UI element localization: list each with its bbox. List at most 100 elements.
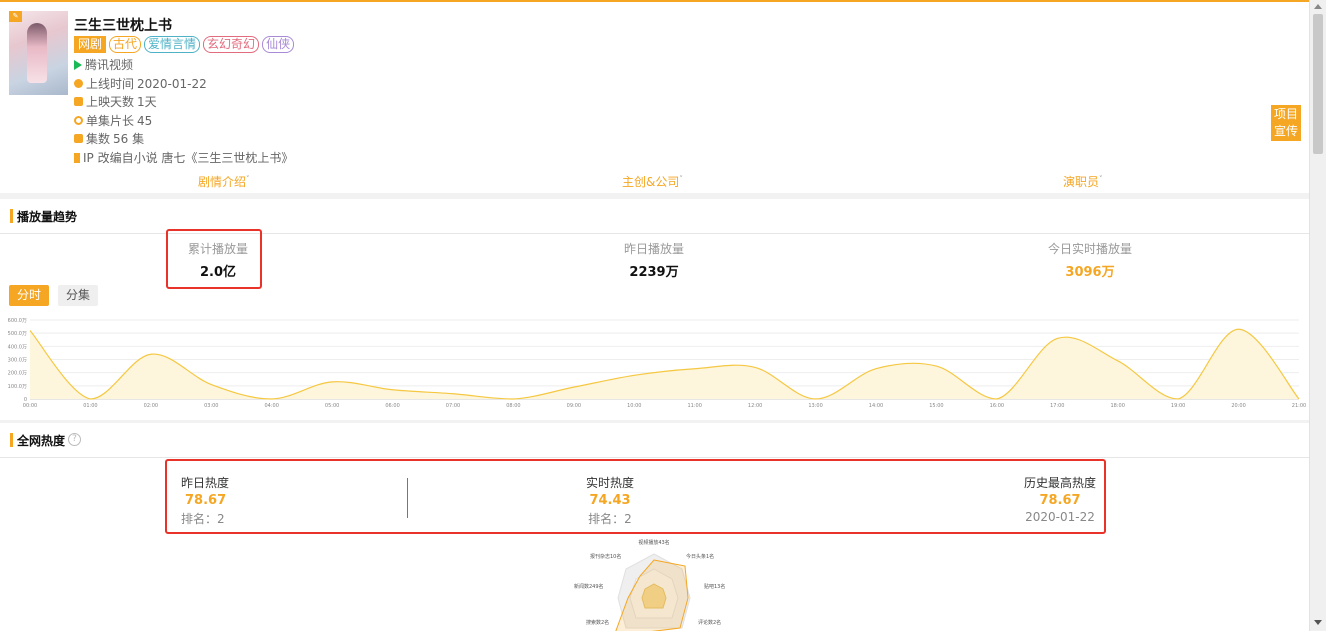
episode-tab[interactable]: 分集 xyxy=(58,285,99,306)
episodes-row: 集数 56 集 xyxy=(74,130,144,147)
nav-cast-link[interactable]: 演职员˅ xyxy=(1063,173,1103,190)
promo-label-line1: 项目 xyxy=(1273,107,1298,121)
yesterday-heat-rank: 排名：2 xyxy=(181,512,225,526)
vertical-scrollbar[interactable] xyxy=(1309,0,1326,631)
chart-y-tick-label: 600.0万 xyxy=(8,318,27,324)
nav-cast-caret-icon: ˅ xyxy=(1099,175,1103,183)
history-heat-value: 78.67 xyxy=(1039,493,1081,508)
chart-x-tick-label: 08:00 xyxy=(506,403,520,409)
history-heat-label: 历史最高热度 xyxy=(1023,476,1096,490)
page: ✎ 三生三世枕上书 网剧 古代 爱情言情 玄幻奇幻 仙侠 腾讯视频 上线时间 2… xyxy=(0,0,1326,631)
realtime-heat-rank: 排名：2 xyxy=(588,512,632,526)
poster-figure xyxy=(27,23,47,83)
chart-y-tick-label: 300.0万 xyxy=(8,358,27,364)
radar-label-1: 今日头条1名 xyxy=(686,553,714,560)
tag-era[interactable]: 古代 xyxy=(109,36,142,53)
cumulative-highlight-box xyxy=(166,229,262,289)
chart-x-tick-label: 18:00 xyxy=(1111,403,1125,409)
radar-label-0: 视频播放43名 xyxy=(638,539,669,546)
episodes-label: 集数 xyxy=(86,132,111,146)
chart-x-tick-label: 01:00 xyxy=(83,403,97,409)
days-row: 上映天数 1天 xyxy=(74,93,157,110)
radar-label-5: 新闻数249名 xyxy=(574,583,604,590)
episodes-value: 56 集 xyxy=(113,132,145,146)
radar-label-6: 报刊杂志10名 xyxy=(590,553,621,560)
chart-x-tick-label: 14:00 xyxy=(869,403,883,409)
nav-cast-label: 演职员 xyxy=(1063,175,1100,189)
episode-length-value: 45 xyxy=(137,113,153,128)
chart-x-tick-label: 10:00 xyxy=(627,403,641,409)
calendar-icon xyxy=(74,97,83,106)
play-trend-title: 播放量趋势 xyxy=(17,210,78,224)
chart-x-tick-label: 09:00 xyxy=(567,403,581,409)
help-icon[interactable]: ? xyxy=(68,433,81,446)
chart-x-tick-label: 17:00 xyxy=(1050,403,1064,409)
tag-xianxia[interactable]: 仙侠 xyxy=(262,36,295,53)
yesterday-plays-stat: 昨日播放量 2239万 xyxy=(554,240,754,280)
chart-y-tick-label: 100.0万 xyxy=(8,384,27,390)
chart-x-tick-label: 06:00 xyxy=(385,403,399,409)
play-trend-body: 累计播放量 2.0亿 昨日播放量 2239万 今日实时播放量 3096万 分时 … xyxy=(0,229,1309,420)
nav-crew-label: 主创&公司 xyxy=(622,175,680,189)
history-heat-date: 2020-01-22 xyxy=(1025,510,1095,524)
realtime-heat-value: 74.43 xyxy=(589,493,631,508)
drama-poster[interactable]: ✎ xyxy=(9,11,68,95)
project-promo-button[interactable]: 项目 宣传 xyxy=(1271,105,1301,141)
nav-plot-label: 剧情介绍 xyxy=(198,175,247,189)
genre-tags: 网剧 古代 爱情言情 玄幻奇幻 仙侠 xyxy=(74,36,295,53)
radar-label-3: 评论数2名 xyxy=(698,619,721,626)
chart-x-tick-label: 02:00 xyxy=(144,403,158,409)
play-trend-chart: 0100.0万200.0万300.0万400.0万500.0万600.0万 00… xyxy=(8,318,1307,409)
chart-x-tick-label: 21:00 xyxy=(1292,403,1306,409)
tag-fantasy[interactable]: 玄幻奇幻 xyxy=(203,36,260,53)
days-value: 1天 xyxy=(137,95,157,109)
chart-area-fill xyxy=(30,329,1299,399)
drama-info-card: ✎ 三生三世枕上书 网剧 古代 爱情言情 玄幻奇幻 仙侠 腾讯视频 上线时间 2… xyxy=(0,2,1309,193)
chart-x-tick-label: 05:00 xyxy=(325,403,339,409)
launch-value: 2020-01-22 xyxy=(137,76,207,91)
chart-x-tick-label: 13:00 xyxy=(808,403,822,409)
nav-plot-caret-icon: ˅ xyxy=(246,175,250,183)
episode-length-row: 单集片长 45 xyxy=(74,112,152,129)
heat-header: 全网热度 ? xyxy=(0,423,1309,458)
nav-crew-link[interactable]: 主创&公司˅ xyxy=(622,173,683,190)
tencent-video-icon xyxy=(74,59,82,70)
divider xyxy=(407,478,408,518)
launch-row: 上线时间 2020-01-22 xyxy=(74,75,207,92)
today-plays-stat: 今日实时播放量 3096万 xyxy=(990,240,1190,280)
yesterday-heat: 昨日热度 78.67 排名：2 xyxy=(181,474,229,527)
scroll-thumb[interactable] xyxy=(1313,14,1323,154)
ip-text: IP 改编自小说 唐七《三生三世枕上书》 xyxy=(83,151,294,165)
realtime-heat: 实时热度 74.43 排名：2 xyxy=(560,474,660,527)
platform-name: 腾讯视频 xyxy=(85,58,134,72)
timer-icon xyxy=(74,116,83,125)
today-plays-label: 今日实时播放量 xyxy=(1047,242,1132,256)
promo-label-line2: 宣传 xyxy=(1273,124,1298,138)
scroll-down-arrow-icon[interactable] xyxy=(1314,620,1322,625)
chart-x-tick-label: 12:00 xyxy=(748,403,762,409)
tag-romance[interactable]: 爱情言情 xyxy=(144,36,201,53)
chart-x-tick-label: 11:00 xyxy=(688,403,702,409)
chart-x-tick-label: 04:00 xyxy=(265,403,279,409)
chart-x-tick-label: 19:00 xyxy=(1171,403,1185,409)
timeshare-tab[interactable]: 分时 xyxy=(9,285,50,306)
section-accent-bar xyxy=(10,433,13,447)
days-label: 上映天数 xyxy=(86,95,135,109)
radar-label-4: 搜索数2名 xyxy=(586,619,609,626)
poster-badge-icon: ✎ xyxy=(9,11,22,22)
heat-radar-chart: 视频播放43名 今日头条1名 贴吧13名 评论数2名 搜索数2名 新闻数249名… xyxy=(574,539,725,631)
chart-y-tick-label: 400.0万 xyxy=(8,344,27,350)
nav-crew-caret-icon: ˅ xyxy=(679,175,683,183)
section-accent-bar xyxy=(10,209,13,223)
scroll-up-arrow-icon[interactable] xyxy=(1314,4,1322,9)
chart-x-tick-label: 20:00 xyxy=(1231,403,1245,409)
bookmark-icon xyxy=(74,152,80,163)
heat-title: 全网热度 xyxy=(17,434,66,448)
drama-title: 三生三世枕上书 xyxy=(74,18,172,34)
chart-x-tick-label: 16:00 xyxy=(990,403,1004,409)
realtime-heat-label: 实时热度 xyxy=(585,476,634,490)
nav-plot-link[interactable]: 剧情介绍˅ xyxy=(198,173,250,190)
history-heat: 历史最高热度 78.67 2020-01-22 xyxy=(1010,474,1110,524)
tag-type[interactable]: 网剧 xyxy=(74,36,107,53)
clock-icon xyxy=(74,79,83,88)
